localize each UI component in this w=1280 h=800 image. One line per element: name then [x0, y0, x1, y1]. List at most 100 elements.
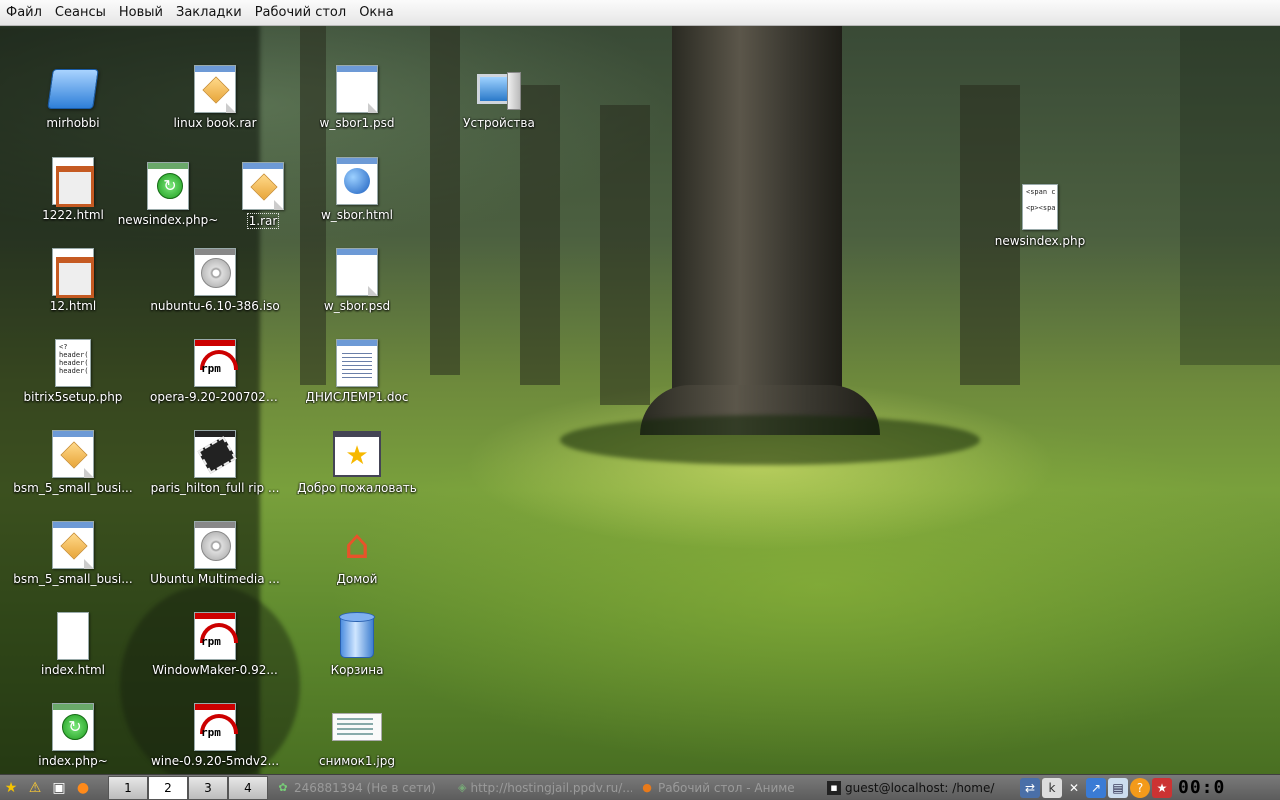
desktop-icon-w-sbor-psd[interactable]: w_sbor.psd [292, 247, 422, 313]
rpm-package-icon: rpm [194, 702, 238, 752]
top-menu-bar: Файл Сеансы Новый Закладки Рабочий стол … [0, 0, 1280, 26]
clipboard-icon[interactable]: ▤ [1108, 777, 1128, 798]
task-terminal[interactable]: ▪ guest@localhost: /home/ [823, 777, 1016, 799]
backup-file-icon: ↻ [52, 702, 94, 752]
cd-image-icon [194, 247, 236, 297]
desktop-icon-nubuntu-iso[interactable]: nubuntu-6.10-386.iso [150, 247, 280, 313]
icon-label: w_sbor1.psd [319, 116, 395, 130]
desktop-icon-index-html[interactable]: index.html [8, 611, 138, 677]
desktop-icon-opera-rpm[interactable]: rpm opera-9.20-200702.... [150, 338, 281, 404]
desktop-icon-ubuntu-multimedia[interactable]: Ubuntu Multimedia ... [150, 520, 280, 586]
computer-icon [477, 64, 521, 114]
image-file-icon [336, 247, 378, 297]
task-label: 246881394 (Не в сети) [294, 780, 436, 795]
help-icon[interactable]: ? [1130, 777, 1150, 798]
document-icon [336, 338, 378, 388]
firefox-icon[interactable]: ● [72, 777, 94, 799]
icon-label: 12.html [49, 299, 97, 313]
desktop-icon-w-sbor1-psd[interactable]: w_sbor1.psd [292, 64, 422, 130]
icon-label: 1222.html [42, 208, 104, 222]
browser-icon: ◈ [458, 780, 467, 794]
icon-label: bsm_5_small_busi... [13, 572, 133, 586]
desktop-icon-mirhobbi[interactable]: mirhobbi [8, 64, 138, 130]
system-tray: ⇄ k ✕ ↗ ▤ ? ★ [1018, 777, 1172, 798]
menu-file[interactable]: Файл [0, 0, 47, 25]
menu-new[interactable]: Новый [114, 0, 168, 25]
desktop-icon-snimok-jpg[interactable]: снимок1.jpg [292, 702, 422, 768]
icon-label: Корзина [330, 663, 384, 677]
desktop-icon-w-sbor-html[interactable]: w_sbor.html [292, 156, 422, 222]
taskbar: ★ ⚠ ▣ ● 1 2 3 4 ✿ 246881394 (Не в сети) … [0, 774, 1280, 800]
web-page-icon [336, 156, 378, 206]
desktop-icon-home[interactable]: ⌂ Домой [292, 520, 422, 586]
warning-app-icon[interactable]: ⚠ [24, 777, 46, 799]
icon-label: Добро пожаловать [297, 481, 417, 495]
desktop-icon-linux-book[interactable]: linux book.rar [150, 64, 280, 130]
archive-icon [52, 429, 94, 479]
trash-icon [339, 611, 375, 661]
icon-label: Устройства [463, 116, 535, 130]
rpm-package-icon: rpm [194, 611, 238, 661]
menu-sessions[interactable]: Сеансы [50, 0, 111, 25]
task-label: http://hostingjail.ppdv.ru/... [470, 780, 632, 795]
network-icon[interactable]: ⇄ [1020, 777, 1040, 798]
video-file-icon [194, 429, 237, 479]
desktop-icon-windowmaker-rpm[interactable]: rpm WindowMaker-0.92... [150, 611, 280, 677]
desktop-icon-wine-rpm[interactable]: rpm wine-0.9.20-5mdv2... [150, 702, 280, 768]
workspace-4[interactable]: 4 [228, 775, 268, 800]
desktop-icon-bsm-1[interactable]: bsm_5_small_busi... [8, 429, 138, 495]
desktop-icon-devices[interactable]: Устройства [434, 64, 564, 130]
home-icon: ⌂ [344, 522, 370, 568]
menu-bookmarks[interactable]: Закладки [171, 0, 247, 25]
firefox-icon: ● [642, 780, 652, 794]
icon-label: Ubuntu Multimedia ... [150, 572, 280, 586]
icon-label: paris_hilton_full rip ... [150, 481, 280, 495]
desktop-icon-trash[interactable]: Корзина [292, 611, 422, 677]
desktop-icon-index-php-tilde[interactable]: ↻ index.php~ [8, 702, 138, 768]
archive-icon [242, 161, 284, 211]
icon-label: wine-0.9.20-5mdv2... [150, 754, 280, 768]
blank-file-icon [57, 611, 89, 661]
desktop-icon-welcome[interactable]: ★ Добро пожаловать [292, 429, 422, 495]
workspace-3[interactable]: 3 [188, 775, 228, 800]
graph-icon[interactable]: ↗ [1086, 777, 1106, 798]
icon-label: bsm_5_small_busi... [13, 481, 133, 495]
icon-label: index.html [41, 663, 105, 677]
desktop-icon-paris-video[interactable]: paris_hilton_full rip ... [150, 429, 280, 495]
icon-label: ДНИСЛЕМР1.doc [305, 390, 409, 404]
terminal-icon: ▪ [827, 780, 841, 795]
icon-label: w_sbor.html [320, 208, 393, 222]
terminal-icon[interactable]: ▣ [48, 777, 70, 799]
image-thumbnail-icon [332, 702, 382, 752]
clock[interactable]: 00:0 [1178, 777, 1225, 798]
icon-label: index.php~ [38, 754, 108, 768]
archive-icon [194, 64, 236, 114]
task-browser-hostingjail[interactable]: ◈ http://hostingjail.ppdv.ru/... [454, 777, 632, 799]
icq-flower-icon: ✿ [278, 780, 288, 794]
menu-desktop[interactable]: Рабочий стол [250, 0, 351, 25]
kde-menu-star-icon[interactable]: ★ [0, 777, 22, 799]
icon-label: w_sbor.psd [323, 299, 391, 313]
icon-label: 1.rar [246, 213, 280, 229]
desktop-icon-12-html[interactable]: 12.html [8, 247, 138, 313]
keyboard-layout-icon[interactable]: k [1042, 777, 1062, 798]
task-firefox-desktop[interactable]: ● Рабочий стол - Аниме [636, 777, 819, 799]
php-file-icon: <span c <p><spa [1022, 182, 1058, 232]
star-window-icon: ★ [333, 429, 381, 479]
icon-label: linux book.rar [173, 116, 257, 130]
tools-icon[interactable]: ✕ [1064, 778, 1084, 798]
menu-windows[interactable]: Окна [354, 0, 399, 25]
workspace-2[interactable]: 2 [148, 775, 188, 800]
icon-label: mirhobbi [46, 116, 100, 130]
task-icq[interactable]: ✿ 246881394 (Не в сети) [272, 777, 450, 799]
icon-label: WindowMaker-0.92... [152, 663, 278, 677]
workspace-1[interactable]: 1 [108, 775, 148, 800]
rpm-package-icon: rpm [194, 338, 238, 388]
desktop-icon-bitrix5setup[interactable]: <? header( header( header( bitrix5setup.… [8, 338, 138, 404]
desktop-icon-newsindex-php[interactable]: <span c <p><spa newsindex.php [975, 182, 1105, 248]
desktop-icon-dnislemr-doc[interactable]: ДНИСЛЕМР1.doc [292, 338, 422, 404]
html-file-icon [52, 247, 94, 298]
favorites-icon[interactable]: ★ [1152, 777, 1172, 798]
icon-label: nubuntu-6.10-386.iso [150, 299, 280, 313]
desktop-icon-bsm-2[interactable]: bsm_5_small_busi... [8, 520, 138, 586]
